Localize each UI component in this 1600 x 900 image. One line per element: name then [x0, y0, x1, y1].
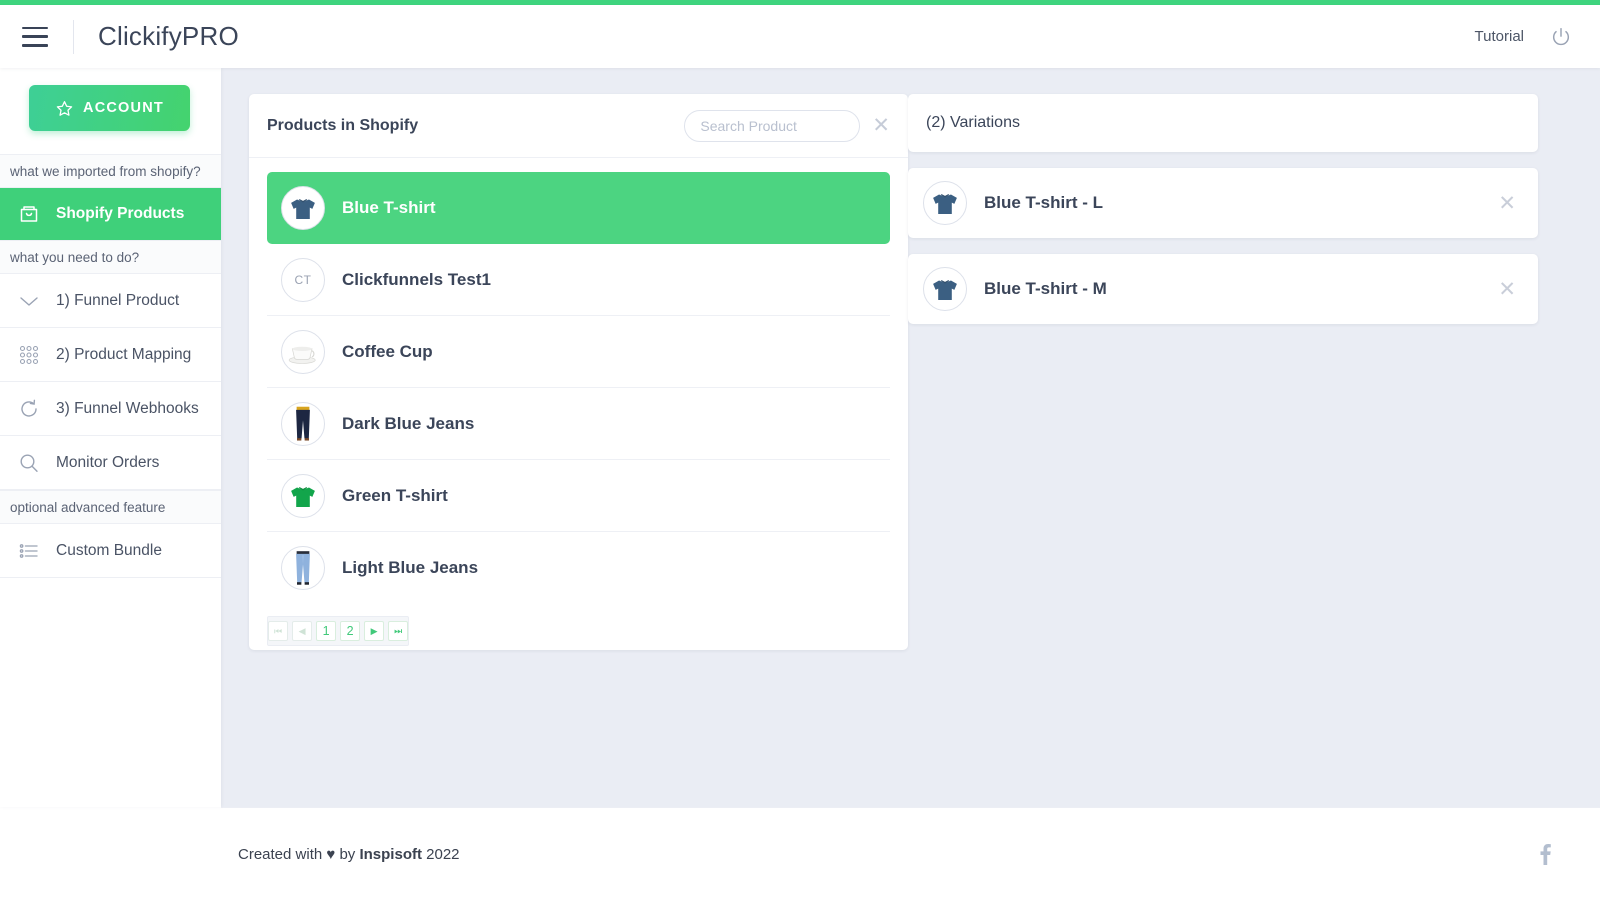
chevron-down-icon — [16, 288, 42, 314]
footer-prefix: Created with — [238, 845, 327, 863]
sidebar-item-funnel-webhooks[interactable]: 3) Funnel Webhooks — [0, 382, 221, 436]
initials-ct-thumb: CT — [281, 257, 325, 302]
products-panel-header: Products in Shopify ✕ — [249, 94, 908, 158]
pagination-last-button[interactable]: ⏭ — [388, 621, 409, 641]
sidebar-item-label: 3) Funnel Webhooks — [56, 399, 199, 417]
sidebar-item-product-mapping[interactable]: 2) Product Mapping — [0, 328, 221, 382]
sidebar-item-shopify-products[interactable]: Shopify Products — [0, 188, 221, 240]
light-blue-jeans-thumb — [281, 546, 325, 590]
footer-company: Inspisoft — [359, 845, 422, 863]
header-divider — [73, 19, 74, 54]
variations-panel: (2) Variations Blue T-shirt - L ✕ Blue T… — [908, 94, 1538, 324]
product-list-item-clickfunnels-test1[interactable]: CT Clickfunnels Test1 — [267, 244, 890, 316]
blue-tshirt-thumb — [923, 267, 967, 311]
product-list: Blue T-shirt CT Clickfunnels Test1 Coffe… — [249, 158, 908, 604]
products-panel-title: Products in Shopify — [267, 116, 419, 134]
coffee-cup-thumb — [281, 329, 325, 374]
product-name: Green T-shirt — [342, 485, 448, 505]
list-icon — [16, 538, 42, 564]
pagination-page-1[interactable]: 1 — [316, 621, 337, 641]
dark-blue-jeans-thumb — [281, 401, 325, 446]
variations-panel-title: (2) Variations — [908, 94, 1538, 152]
star-icon — [56, 100, 73, 116]
close-icon[interactable]: ✕ — [872, 115, 890, 136]
sidebar-nav: what we imported from shopify? Shopify P… — [0, 154, 221, 578]
products-panel: Products in Shopify ✕ Blue T-shirt CT Cl… — [249, 94, 908, 650]
blue-tshirt-thumb — [923, 181, 967, 225]
pagination-footer: ⏮ ◀ 1 2 ▶ ⏭ — [249, 604, 908, 650]
close-icon[interactable]: ✕ — [1498, 192, 1516, 214]
blue-tshirt-thumb — [281, 186, 325, 230]
sidebar-item-label: Monitor Orders — [56, 453, 160, 471]
product-list-item-dark-blue-jeans[interactable]: Dark Blue Jeans — [267, 388, 890, 460]
header-actions: Tutorial — [1475, 26, 1572, 48]
pagination-next-button[interactable]: ▶ — [364, 621, 385, 641]
shopping-bag-icon — [16, 201, 42, 227]
product-list-item-blue-tshirt[interactable]: Blue T-shirt — [267, 172, 890, 244]
product-list-item-coffee-cup[interactable]: Coffee Cup — [267, 316, 890, 388]
sidebar-section-imported: what we imported from shopify? — [0, 154, 221, 188]
power-icon[interactable] — [1550, 26, 1572, 48]
footer-sidebar-fill — [0, 807, 221, 900]
sidebar-item-label: 1) Funnel Product — [56, 291, 180, 309]
variation-name: Blue T-shirt - L — [984, 193, 1103, 212]
sidebar-section-todo: what you need to do? — [0, 240, 221, 274]
product-name: Blue T-shirt — [342, 198, 436, 217]
main-content: Products in Shopify ✕ Blue T-shirt CT Cl… — [221, 68, 1600, 807]
app-brand-title: ClickifyPRO — [98, 21, 239, 51]
pagination-prev-button[interactable]: ◀ — [292, 621, 313, 641]
sidebar-item-monitor-orders[interactable]: Monitor Orders — [0, 436, 221, 490]
pagination: ⏮ ◀ 1 2 ▶ ⏭ — [267, 616, 410, 646]
account-button-label: ACCOUNT — [83, 100, 164, 116]
heart-icon: ♥ — [326, 845, 336, 863]
hamburger-icon[interactable] — [22, 26, 48, 47]
tutorial-link[interactable]: Tutorial — [1475, 28, 1524, 45]
search-input[interactable] — [684, 109, 861, 142]
sidebar: ACCOUNT what we imported from shopify? S… — [0, 68, 221, 807]
product-name: Dark Blue Jeans — [342, 413, 475, 433]
sidebar-item-funnel-product[interactable]: 1) Funnel Product — [0, 274, 221, 328]
product-list-item-green-tshirt[interactable]: Green T-shirt — [267, 460, 890, 532]
app-footer: Created with ♥ by Inspisoft 2022 — [221, 807, 1600, 900]
facebook-icon[interactable] — [1535, 843, 1555, 865]
footer-credit: Created with ♥ by Inspisoft 2022 — [238, 846, 460, 863]
sidebar-item-label: 2) Product Mapping — [56, 345, 192, 363]
product-list-item-light-blue-jeans[interactable]: Light Blue Jeans — [267, 532, 890, 604]
grid-dots-icon — [16, 342, 42, 368]
search-icon — [16, 450, 42, 476]
variation-row-blue-tshirt-m[interactable]: Blue T-shirt - M ✕ — [908, 254, 1538, 324]
products-search-area: ✕ — [684, 109, 890, 142]
sidebar-item-label: Custom Bundle — [56, 541, 162, 559]
footer-middle: by — [335, 845, 360, 863]
variation-row-blue-tshirt-l[interactable]: Blue T-shirt - L ✕ — [908, 168, 1538, 238]
refresh-icon — [16, 396, 42, 422]
footer-year: 2022 — [421, 845, 460, 863]
sidebar-section-optional: optional advanced feature — [0, 490, 221, 524]
account-button[interactable]: ACCOUNT — [29, 85, 190, 131]
green-tshirt-thumb — [281, 473, 325, 518]
pagination-page-2[interactable]: 2 — [340, 621, 361, 641]
close-icon[interactable]: ✕ — [1498, 278, 1516, 300]
product-name: Coffee Cup — [342, 341, 433, 361]
sidebar-item-custom-bundle[interactable]: Custom Bundle — [0, 524, 221, 578]
product-name: Light Blue Jeans — [342, 558, 479, 577]
app-header: ClickifyPRO Tutorial — [0, 5, 1600, 68]
product-name: Clickfunnels Test1 — [342, 269, 491, 289]
sidebar-item-label: Shopify Products — [56, 205, 185, 222]
pagination-first-button[interactable]: ⏮ — [268, 621, 289, 641]
variation-name: Blue T-shirt - M — [984, 279, 1107, 298]
